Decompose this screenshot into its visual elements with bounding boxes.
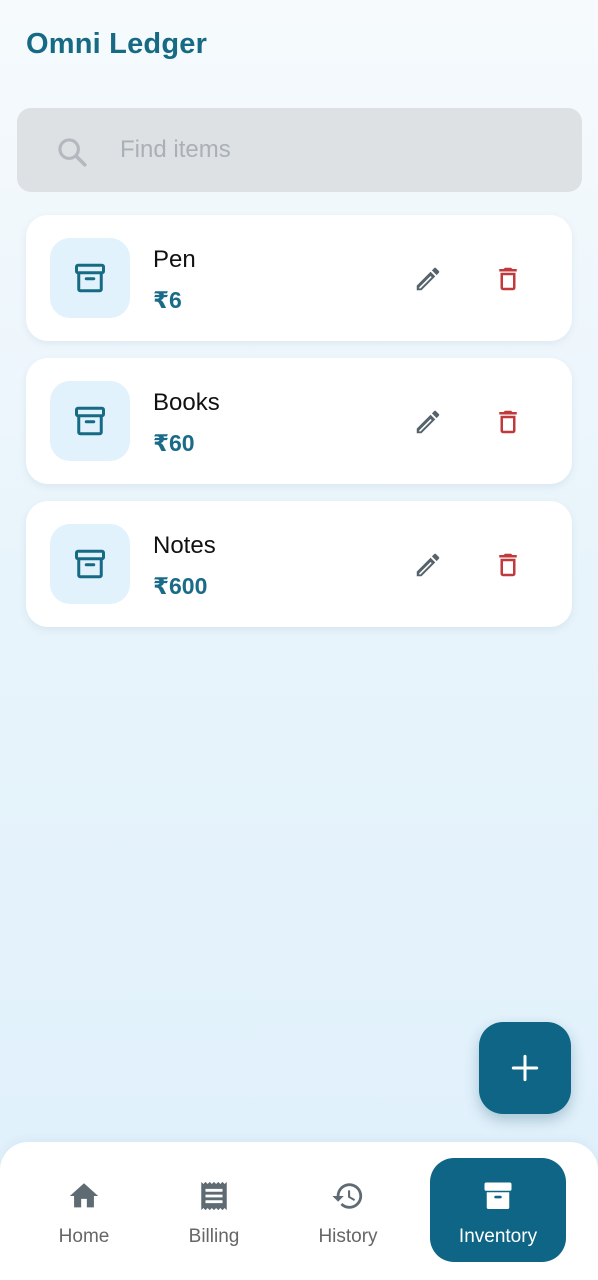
item-name: Pen xyxy=(153,246,196,273)
item-card-notes[interactable]: Notes ₹600 xyxy=(26,501,572,627)
nav-item-history[interactable]: History xyxy=(302,1158,394,1262)
add-item-button[interactable] xyxy=(479,1022,571,1114)
archive-box-icon xyxy=(75,263,105,293)
item-card-pen[interactable]: Pen ₹6 xyxy=(26,215,572,341)
archive-box-icon xyxy=(484,1182,512,1210)
archive-box-icon xyxy=(75,406,105,436)
trash-icon xyxy=(499,267,517,291)
search-input[interactable] xyxy=(120,130,540,170)
history-icon xyxy=(332,1183,363,1209)
item-price: ₹600 xyxy=(153,573,208,599)
delete-button[interactable] xyxy=(488,545,528,585)
nav-item-home[interactable]: Home xyxy=(38,1158,130,1262)
delete-button[interactable] xyxy=(488,402,528,442)
search-bar[interactable] xyxy=(17,108,582,192)
search-icon xyxy=(58,138,87,167)
item-thumbnail xyxy=(50,524,130,604)
item-name: Notes xyxy=(153,532,216,559)
edit-button[interactable] xyxy=(408,545,448,585)
nav-item-billing[interactable]: Billing xyxy=(168,1158,260,1262)
nav-label: Home xyxy=(58,1226,110,1247)
edit-button[interactable] xyxy=(408,402,448,442)
item-thumbnail xyxy=(50,381,130,461)
item-name: Books xyxy=(153,389,220,416)
edit-button[interactable] xyxy=(408,259,448,299)
home-icon xyxy=(69,1183,99,1208)
nav-label: Billing xyxy=(188,1226,240,1247)
app-title: Omni Ledger xyxy=(26,28,208,60)
item-price: ₹60 xyxy=(153,430,195,456)
trash-icon xyxy=(499,553,517,577)
item-thumbnail xyxy=(50,238,130,318)
delete-button[interactable] xyxy=(488,259,528,299)
item-card-books[interactable]: Books ₹60 xyxy=(26,358,572,484)
item-price: ₹6 xyxy=(153,287,182,313)
nav-label: History xyxy=(318,1226,378,1247)
plus-icon xyxy=(511,1054,539,1082)
trash-icon xyxy=(499,410,517,434)
archive-box-icon xyxy=(75,549,105,579)
pencil-icon xyxy=(416,553,440,577)
receipt-icon xyxy=(201,1181,227,1211)
nav-label: Inventory xyxy=(458,1226,538,1247)
pencil-icon xyxy=(416,267,440,291)
nav-item-inventory[interactable]: Inventory xyxy=(430,1158,566,1262)
bottom-navigation: Home Billing History Inventory xyxy=(0,1142,598,1280)
pencil-icon xyxy=(416,410,440,434)
